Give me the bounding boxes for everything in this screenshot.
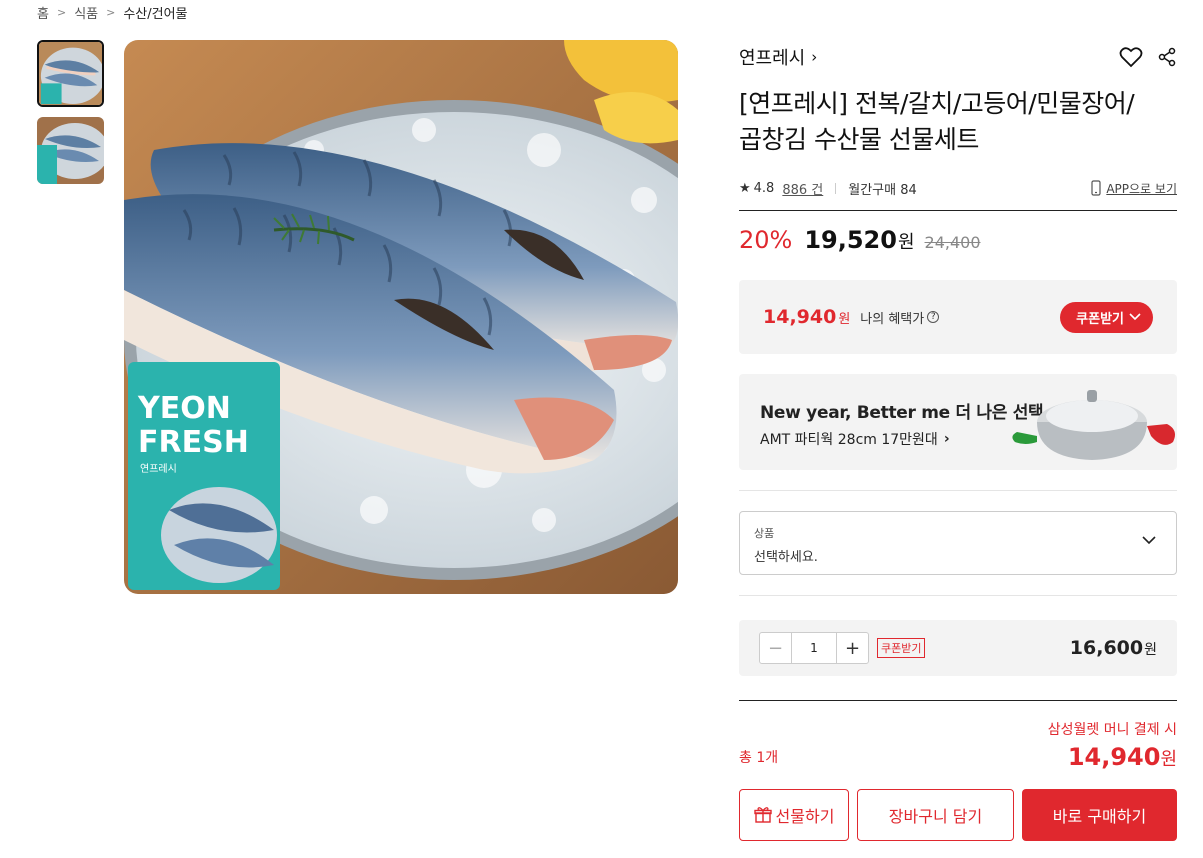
svg-text:FRESH: FRESH	[138, 425, 249, 460]
share-icon[interactable]	[1157, 47, 1177, 67]
gift-icon	[753, 807, 772, 823]
help-icon[interactable]: ?	[927, 311, 940, 323]
coupon-download-button[interactable]: 쿠폰받기	[1060, 301, 1153, 333]
divider	[739, 490, 1177, 491]
mackerel-photo: YEON FRESH 연프레시	[124, 40, 678, 594]
product-info-panel: 연프레시 › [연프레시] 전복/갈치/고등어/민물장어/ 곱창김 수산물 선물…	[739, 40, 1177, 841]
currency-unit: 원	[897, 232, 915, 253]
increase-button[interactable]: +	[837, 633, 868, 663]
product-main-image: YEON FRESH 연프레시	[124, 40, 678, 594]
chevron-right-icon: ›	[811, 48, 818, 66]
heart-icon[interactable]	[1119, 46, 1143, 68]
action-buttons: 선물하기 장바구니 담기 바로 구매하기	[739, 789, 1177, 841]
app-view-label: APP으로 보기	[1106, 181, 1177, 196]
divider	[739, 210, 1177, 211]
option-select-value: 선택하세요.	[754, 550, 818, 565]
coupon-tag-button[interactable]: 쿠폰받기	[877, 638, 926, 658]
quantity-value[interactable]: 1	[791, 633, 837, 663]
banner-subtitle-text: AMT 파티웍 28cm 17만원대	[760, 432, 938, 448]
star-icon: ★	[739, 180, 751, 196]
divider	[739, 595, 1177, 596]
divider	[835, 182, 837, 194]
option-select[interactable]: 상품 선택하세요.	[739, 511, 1177, 575]
svg-text:연프레시: 연프레시	[140, 463, 177, 475]
thumbnail-list	[37, 40, 104, 194]
chevron-right-icon: ›	[943, 431, 950, 447]
total-row: 총 1개 삼성월렛 머니 결제 시 14,940원	[739, 701, 1177, 773]
total-amount: 14,940원	[1068, 743, 1177, 771]
thumbnail-1[interactable]	[37, 40, 104, 107]
breadcrumb-home[interactable]: 홈	[37, 3, 49, 22]
sale-price: 19,520	[804, 226, 897, 254]
rating-value: 4.8	[753, 180, 775, 196]
total-count: 총 1개	[739, 750, 779, 766]
product-title: [연프레시] 전복/갈치/고등어/민물장어/ 곱창김 수산물 선물세트	[739, 86, 1177, 158]
monthly-sales: 월간구매 84	[848, 182, 917, 198]
quantity-stepper: − 1 +	[759, 632, 869, 664]
coupon-button-label: 쿠폰받기	[1076, 311, 1124, 327]
gift-button[interactable]: 선물하기	[739, 789, 849, 841]
benefit-price: 14,940	[763, 306, 837, 328]
currency-unit: 원	[1144, 642, 1157, 658]
add-to-cart-button[interactable]: 장바구니 담기	[857, 789, 1014, 841]
currency-unit: 원	[838, 311, 851, 327]
gift-button-label: 선물하기	[775, 807, 835, 826]
thumbnail-2[interactable]	[37, 117, 104, 184]
breadcrumb: 홈 > 식품 > 수산/건어물	[37, 3, 188, 22]
phone-icon	[1091, 180, 1101, 196]
chevron-right-icon: >	[106, 6, 116, 19]
buy-button-label: 바로 구매하기	[1052, 807, 1147, 826]
currency-unit: 원	[1160, 749, 1177, 770]
original-price: 24,400	[924, 233, 981, 252]
benefit-label-text: 나의 혜택가	[860, 311, 925, 327]
product-title-line2: 곱창김 수산물 선물세트	[739, 125, 979, 154]
chevron-down-icon	[1129, 313, 1141, 321]
benefit-box: 14,940 원 나의 혜택가 ? 쿠폰받기	[739, 280, 1177, 354]
total-amount-value: 14,940	[1067, 743, 1161, 771]
svg-text:YEON: YEON	[137, 391, 231, 426]
chevron-down-icon	[1142, 536, 1156, 545]
decrease-button[interactable]: −	[760, 633, 791, 663]
option-price-value: 16,600	[1069, 637, 1144, 659]
product-title-line1: [연프레시] 전복/갈치/고등어/민물장어/	[739, 89, 1135, 118]
option-select-label: 상품	[754, 527, 775, 540]
benefit-label: 나의 혜택가 ?	[860, 308, 940, 327]
thumbnail-image	[37, 117, 104, 184]
chevron-right-icon: >	[56, 6, 67, 19]
brand-name: 연프레시	[739, 48, 806, 69]
app-view-link[interactable]: APP으로 보기	[1091, 180, 1177, 197]
cart-button-label: 장바구니 담기	[888, 807, 983, 826]
price-row: 20% 19,520 원 24,400	[739, 226, 1177, 262]
payment-note: 삼성월렛 머니 결제 시	[1047, 722, 1177, 738]
buy-now-button[interactable]: 바로 구매하기	[1022, 789, 1177, 841]
option-price: 16,600원	[1070, 637, 1157, 659]
banner-title: New year, Better me 더 나은 선택	[760, 403, 1044, 423]
banner-subtitle: AMT 파티웍 28cm 17만원대 ›	[760, 429, 950, 449]
quantity-box: − 1 + 쿠폰받기 16,600원	[739, 620, 1177, 676]
breadcrumb-subcategory[interactable]: 수산/건어물	[123, 3, 187, 22]
promo-banner[interactable]: New year, Better me 더 나은 선택 AMT 파티웍 28cm…	[739, 374, 1177, 470]
wok-product-image	[1012, 390, 1175, 460]
discount-rate: 20%	[739, 226, 793, 254]
thumbnail-image	[39, 42, 102, 105]
breadcrumb-category[interactable]: 식품	[74, 3, 98, 22]
review-count-link[interactable]: 886 건	[782, 179, 823, 198]
brand-link[interactable]: 연프레시 ›	[739, 44, 817, 70]
